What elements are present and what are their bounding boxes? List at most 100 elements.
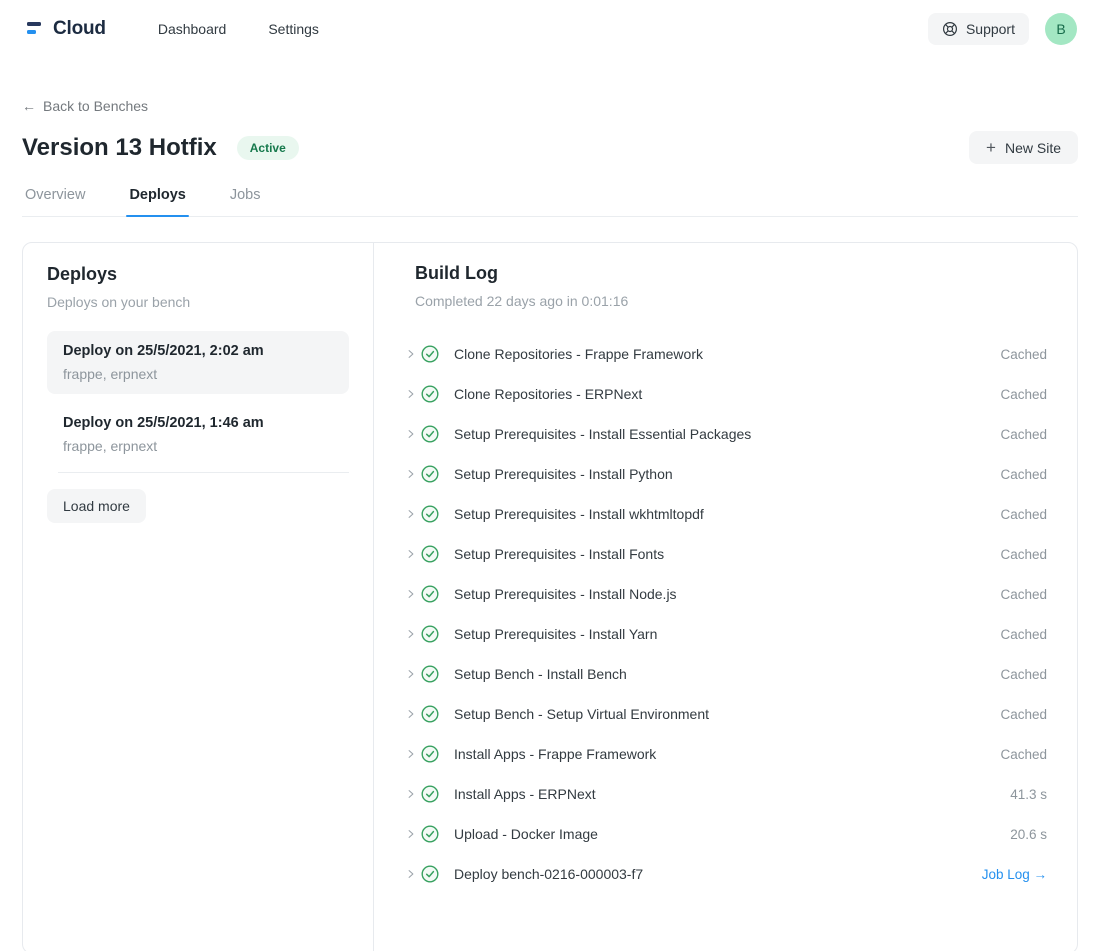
nav-link-settings[interactable]: Settings bbox=[268, 21, 319, 37]
build-step-status: Cached bbox=[1000, 547, 1047, 562]
back-arrow-icon: ← bbox=[22, 98, 36, 114]
chevron-right-icon[interactable] bbox=[405, 548, 418, 560]
chevron-right-icon[interactable] bbox=[405, 388, 418, 400]
build-step-label: Install Apps - Frappe Framework bbox=[454, 746, 1000, 762]
nav-link-dashboard[interactable]: Dashboard bbox=[158, 21, 227, 37]
frappe-cloud-logo[interactable]: Cloud bbox=[24, 18, 106, 40]
build-step-label: Clone Repositories - Frappe Framework bbox=[454, 346, 1000, 362]
primary-nav: Dashboard Settings bbox=[158, 21, 319, 37]
build-step-row: Upload - Docker Image 20.6 s bbox=[405, 814, 1047, 854]
deploy-list: Deploy on 25/5/2021, 2:02 am frappe, erp… bbox=[47, 331, 349, 466]
build-step-status: Cached bbox=[1000, 507, 1047, 522]
chevron-right-icon[interactable] bbox=[405, 748, 418, 760]
build-step-label: Setup Bench - Setup Virtual Environment bbox=[454, 706, 1000, 722]
load-more-button[interactable]: Load more bbox=[47, 489, 146, 523]
back-to-benches-link[interactable]: ← Back to Benches bbox=[22, 98, 148, 114]
build-step-row: Setup Prerequisites - Install Essential … bbox=[405, 414, 1047, 454]
build-step-label: Setup Prerequisites - Install Python bbox=[454, 466, 1000, 482]
tab-jobs[interactable]: Jobs bbox=[227, 187, 264, 216]
build-step-status: Cached bbox=[1000, 747, 1047, 762]
support-button[interactable]: Support bbox=[928, 13, 1029, 45]
build-step-label: Setup Prerequisites - Install Essential … bbox=[454, 426, 1000, 442]
build-step-row: Install Apps - ERPNext 41.3 s bbox=[405, 774, 1047, 814]
build-step-row: Setup Prerequisites - Install wkhtmltopd… bbox=[405, 494, 1047, 534]
deploy-item-title: Deploy on 25/5/2021, 1:46 am bbox=[63, 415, 333, 431]
build-step-label: Setup Prerequisites - Install Node.js bbox=[454, 586, 1000, 602]
tab-overview[interactable]: Overview bbox=[22, 187, 88, 216]
build-step-label: Setup Prerequisites - Install wkhtmltopd… bbox=[454, 506, 1000, 522]
success-check-icon bbox=[421, 865, 439, 883]
build-step-label: Clone Repositories - ERPNext bbox=[454, 386, 1000, 402]
deploys-panel: Deploys Deploys on your bench Deploy on … bbox=[23, 243, 374, 951]
success-check-icon bbox=[421, 745, 439, 763]
chevron-right-icon[interactable] bbox=[405, 788, 418, 800]
build-step-status: Cached bbox=[1000, 347, 1047, 362]
chevron-right-icon[interactable] bbox=[405, 428, 418, 440]
chevron-right-icon[interactable] bbox=[405, 868, 418, 880]
success-check-icon bbox=[421, 345, 439, 363]
support-label: Support bbox=[966, 21, 1015, 37]
new-site-label: New Site bbox=[1005, 140, 1061, 156]
build-step-row: Setup Bench - Install Bench Cached bbox=[405, 654, 1047, 694]
title-row: Version 13 Hotfix Active + New Site bbox=[22, 131, 1078, 164]
build-step-status: Cached bbox=[1000, 667, 1047, 682]
build-step-status: Cached bbox=[1000, 467, 1047, 482]
success-check-icon bbox=[421, 465, 439, 483]
chevron-right-icon[interactable] bbox=[405, 828, 418, 840]
success-check-icon bbox=[421, 545, 439, 563]
user-avatar[interactable]: B bbox=[1045, 13, 1077, 45]
success-check-icon bbox=[421, 385, 439, 403]
deploys-panel-title: Deploys bbox=[47, 264, 349, 285]
build-step-row: Setup Prerequisites - Install Node.js Ca… bbox=[405, 574, 1047, 614]
build-log-header: Build Log Completed 22 days ago in 0:01:… bbox=[415, 263, 1047, 309]
build-log-steps: Clone Repositories - Frappe Framework Ca… bbox=[405, 334, 1047, 894]
chevron-right-icon[interactable] bbox=[405, 628, 418, 640]
chevron-right-icon[interactable] bbox=[405, 348, 418, 360]
chevron-right-icon[interactable] bbox=[405, 508, 418, 520]
status-badge: Active bbox=[237, 136, 299, 160]
frappe-logo-icon bbox=[24, 18, 46, 40]
success-check-icon bbox=[421, 585, 439, 603]
list-divider bbox=[58, 472, 349, 473]
build-step-row: Install Apps - Frappe Framework Cached bbox=[405, 734, 1047, 774]
build-log-status-line: Completed 22 days ago in 0:01:16 bbox=[415, 293, 1047, 309]
success-check-icon bbox=[421, 665, 439, 683]
chevron-right-icon[interactable] bbox=[405, 588, 418, 600]
deploy-item-apps: frappe, erpnext bbox=[63, 438, 333, 454]
build-log-panel: Build Log Completed 22 days ago in 0:01:… bbox=[374, 243, 1077, 951]
build-step-status: Cached bbox=[1000, 587, 1047, 602]
build-step-row: Setup Prerequisites - Install Fonts Cach… bbox=[405, 534, 1047, 574]
chevron-right-icon[interactable] bbox=[405, 668, 418, 680]
build-step-label: Deploy bench-0216-000003-f7 bbox=[454, 866, 982, 882]
build-log-title: Build Log bbox=[415, 263, 1047, 284]
new-site-button[interactable]: + New Site bbox=[969, 131, 1078, 164]
success-check-icon bbox=[421, 425, 439, 443]
lifebuoy-icon bbox=[942, 21, 958, 37]
build-step-label: Setup Prerequisites - Install Yarn bbox=[454, 626, 1000, 642]
chevron-right-icon[interactable] bbox=[405, 708, 418, 720]
success-check-icon bbox=[421, 825, 439, 843]
plus-icon: + bbox=[986, 139, 996, 156]
build-step-label: Install Apps - ERPNext bbox=[454, 786, 1010, 802]
page-content: ← Back to Benches Version 13 Hotfix Acti… bbox=[22, 58, 1078, 951]
logo-text: Cloud bbox=[53, 18, 106, 40]
build-step-label: Setup Bench - Install Bench bbox=[454, 666, 1000, 682]
success-check-icon bbox=[421, 785, 439, 803]
top-nav: Cloud Dashboard Settings Support B bbox=[0, 0, 1120, 58]
success-check-icon bbox=[421, 505, 439, 523]
deploy-list-item[interactable]: Deploy on 25/5/2021, 1:46 am frappe, erp… bbox=[47, 403, 349, 466]
chevron-right-icon[interactable] bbox=[405, 468, 418, 480]
page-title: Version 13 Hotfix bbox=[22, 134, 217, 162]
build-step-status: Cached bbox=[1000, 427, 1047, 442]
build-step-row: Setup Prerequisites - Install Python Cac… bbox=[405, 454, 1047, 494]
build-step-row: Clone Repositories - Frappe Framework Ca… bbox=[405, 334, 1047, 374]
build-step-status: Job Log → bbox=[982, 867, 1047, 882]
tab-deploys[interactable]: Deploys bbox=[126, 187, 188, 216]
deploys-panel-subtitle: Deploys on your bench bbox=[47, 294, 349, 310]
deploy-list-item[interactable]: Deploy on 25/5/2021, 2:02 am frappe, erp… bbox=[47, 331, 349, 394]
deploy-item-title: Deploy on 25/5/2021, 2:02 am bbox=[63, 343, 333, 359]
build-step-row: Deploy bench-0216-000003-f7 Job Log → bbox=[405, 854, 1047, 894]
build-step-label: Setup Prerequisites - Install Fonts bbox=[454, 546, 1000, 562]
build-step-row: Setup Bench - Setup Virtual Environment … bbox=[405, 694, 1047, 734]
tab-bar: Overview Deploys Jobs bbox=[22, 187, 1078, 217]
